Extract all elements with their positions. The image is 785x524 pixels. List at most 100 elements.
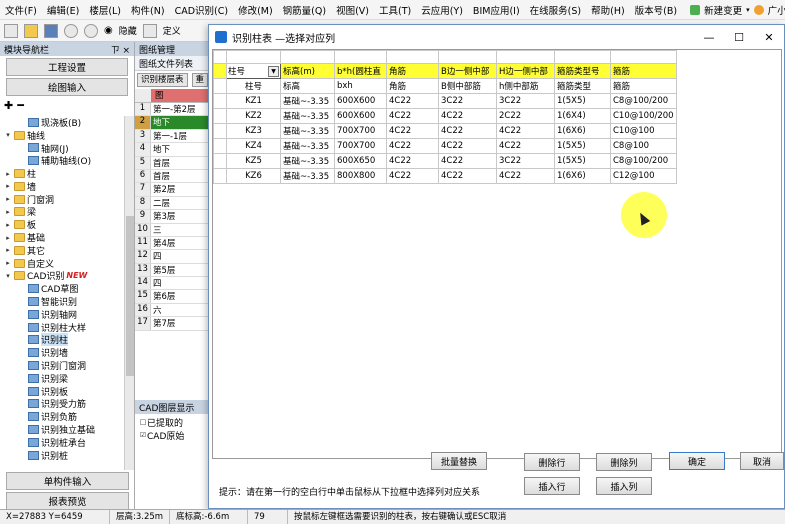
table-cell[interactable]: 1(6X6) [554, 123, 611, 139]
column-mapping-cell[interactable]: 箍筋 [610, 63, 677, 79]
table-header-cell[interactable]: h侧中部筋 [496, 78, 555, 94]
column-mapping-cell[interactable]: 箍筋类型号 [554, 63, 611, 79]
menu-help[interactable]: 帮助(H) [586, 3, 630, 17]
drawing-row[interactable]: 10 三 [135, 223, 209, 237]
drawing-row[interactable]: 14 四 [135, 277, 209, 291]
pin-icon[interactable]: ㄗ [111, 46, 120, 56]
table-header-cell[interactable]: 柱号 [226, 78, 281, 94]
menu-online-service[interactable]: 在线服务(S) [525, 3, 586, 17]
tree-item[interactable]: ▸ 自定义 [0, 257, 125, 270]
menu-version[interactable]: 版本号(B) [630, 3, 682, 17]
tree-item[interactable]: ▸ 梁 [0, 206, 125, 218]
drawing-row[interactable]: 3 第一-1层 [135, 129, 209, 144]
tree-scrollbar[interactable] [124, 116, 134, 470]
menu-cloud[interactable]: 云应用(Y) [416, 3, 468, 17]
tree-item[interactable]: ▸ 柱 [0, 167, 125, 180]
layer-extracted[interactable]: □ 已提取的 [139, 416, 184, 429]
insert-column-button[interactable]: 插入列 [596, 477, 652, 495]
drawing-row[interactable]: 15 第6层 [135, 290, 209, 304]
menu-modify[interactable]: 修改(M) [233, 3, 278, 17]
drawing-row[interactable]: 6 首层 [135, 169, 209, 184]
table-cell[interactable]: C8@100 [610, 138, 677, 154]
table-cell[interactable]: 4C22 [496, 138, 555, 154]
table-cell[interactable]: 基础~-3.35 [280, 93, 335, 109]
tree-item[interactable]: ▸ 基础 [0, 231, 125, 244]
expanded-icon[interactable]: ▾ [4, 131, 12, 139]
close-icon[interactable]: × [122, 46, 130, 56]
table-cell[interactable]: 4C22 [386, 108, 439, 124]
table-cell[interactable]: C12@100 [610, 168, 677, 184]
tree-item[interactable]: ▾ CAD识别 NEW [0, 270, 125, 282]
column-mapping-cell[interactable]: 标高(m) [280, 63, 335, 79]
drawing-row[interactable]: 13 第5层 [135, 263, 209, 278]
column-mapping-cell[interactable]: b*h(圆柱直 [334, 63, 387, 79]
table-cell[interactable]: C8@100/200 [610, 93, 677, 109]
table-cell[interactable]: 3C22 [496, 153, 555, 169]
ok-button[interactable]: 确定 [669, 452, 725, 470]
menu-component[interactable]: 构件(N) [126, 3, 170, 17]
menu-view[interactable]: 视图(V) [331, 3, 374, 17]
table-cell[interactable]: KZ2 [226, 108, 281, 124]
table-cell[interactable]: 4C22 [386, 138, 439, 154]
batch-replace-button[interactable]: 批量替换 [431, 452, 487, 470]
insert-row-button[interactable]: 插入行 [524, 477, 580, 495]
tree-item[interactable]: 辅助轴线(O) [0, 154, 125, 167]
tree-item[interactable]: ▸ 门窗洞 [0, 193, 125, 206]
cancel-button[interactable]: 取消 [740, 452, 784, 470]
table-cell[interactable]: 1(5X5) [554, 93, 611, 109]
chevron-down-icon[interactable]: ▼ [268, 65, 279, 77]
table-cell[interactable]: KZ5 [226, 153, 281, 169]
collapsed-icon[interactable]: ▸ [4, 246, 12, 254]
table-cell[interactable]: KZ3 [226, 123, 281, 139]
tree-item[interactable]: 智能识别 [0, 295, 125, 308]
column-mapping-select[interactable]: 柱号 ▼ [226, 63, 281, 79]
tree-item[interactable]: CAD草图 [0, 282, 125, 295]
new-change-button[interactable]: 新建变更 [704, 3, 742, 17]
open-folder-icon[interactable] [24, 23, 38, 38]
table-header-cell[interactable]: 箍筋类型 [554, 78, 611, 94]
table-cell[interactable]: 4C22 [438, 123, 497, 139]
table-cell[interactable]: 4C22 [496, 123, 555, 139]
table-cell[interactable]: 4C22 [438, 153, 497, 169]
menu-tools[interactable]: 工具(T) [374, 3, 416, 17]
define-button[interactable]: 定义 [163, 24, 181, 37]
table-cell[interactable]: 600X600 [334, 108, 387, 124]
report-preview-button[interactable]: 报表预览 [6, 492, 129, 510]
drawing-row[interactable]: 8 二层 [135, 196, 209, 211]
tree-item[interactable]: ▸ 板 [0, 218, 125, 231]
tree-item[interactable]: 识别受力筋 [0, 398, 125, 410]
drawing-row[interactable]: 16 六 [135, 303, 209, 318]
table-cell[interactable]: 600X650 [334, 153, 387, 169]
tree-item[interactable]: 识别轴网 [0, 308, 125, 321]
hide-button[interactable]: 隐藏 [119, 24, 137, 37]
table-header-cell[interactable]: B侧中部筋 [438, 78, 497, 94]
table-cell[interactable]: 基础~-3.35 [280, 138, 335, 154]
table-cell[interactable]: 2C22 [496, 108, 555, 124]
drawing-row[interactable]: 4 地下 [135, 143, 209, 157]
tab-drawing-file-list[interactable]: 图纸文件列表 [135, 56, 209, 71]
close-button[interactable]: ✕ [754, 31, 784, 44]
drawing-row[interactable]: 7 第2层 [135, 183, 209, 197]
tree-item[interactable]: 识别柱大样 [0, 321, 125, 334]
menu-cad-recognition[interactable]: CAD识别(C) [170, 3, 234, 17]
table-header-cell[interactable]: 角筋 [386, 78, 439, 94]
table-cell[interactable]: 1(5X5) [554, 153, 611, 169]
column-mapping-cell[interactable]: H边一侧中部 [496, 63, 555, 79]
menu-floor[interactable]: 楼层(L) [84, 3, 126, 17]
tree-item[interactable]: 识别梁 [0, 372, 125, 385]
column-mapping-cell[interactable]: 角筋 [386, 63, 439, 79]
collapsed-icon[interactable]: ▸ [4, 208, 12, 216]
table-cell[interactable]: 4C22 [386, 123, 439, 139]
redo-icon[interactable] [84, 23, 98, 38]
menu-file[interactable]: 文件(F) [0, 3, 42, 17]
table-cell[interactable]: 600X600 [334, 93, 387, 109]
tree-scrollbar-thumb[interactable] [126, 216, 134, 376]
drawing-row[interactable]: 5 首层 [135, 156, 209, 170]
menu-edit[interactable]: 编辑(E) [42, 3, 84, 17]
table-cell[interactable]: 3C22 [496, 93, 555, 109]
table-cell[interactable]: 4C22 [386, 168, 439, 184]
table-cell[interactable]: 4C22 [438, 168, 497, 184]
collapsed-icon[interactable]: ▸ [4, 195, 12, 203]
single-component-input-button[interactable]: 单构件输入 [6, 472, 129, 490]
new-file-icon[interactable] [4, 23, 18, 38]
